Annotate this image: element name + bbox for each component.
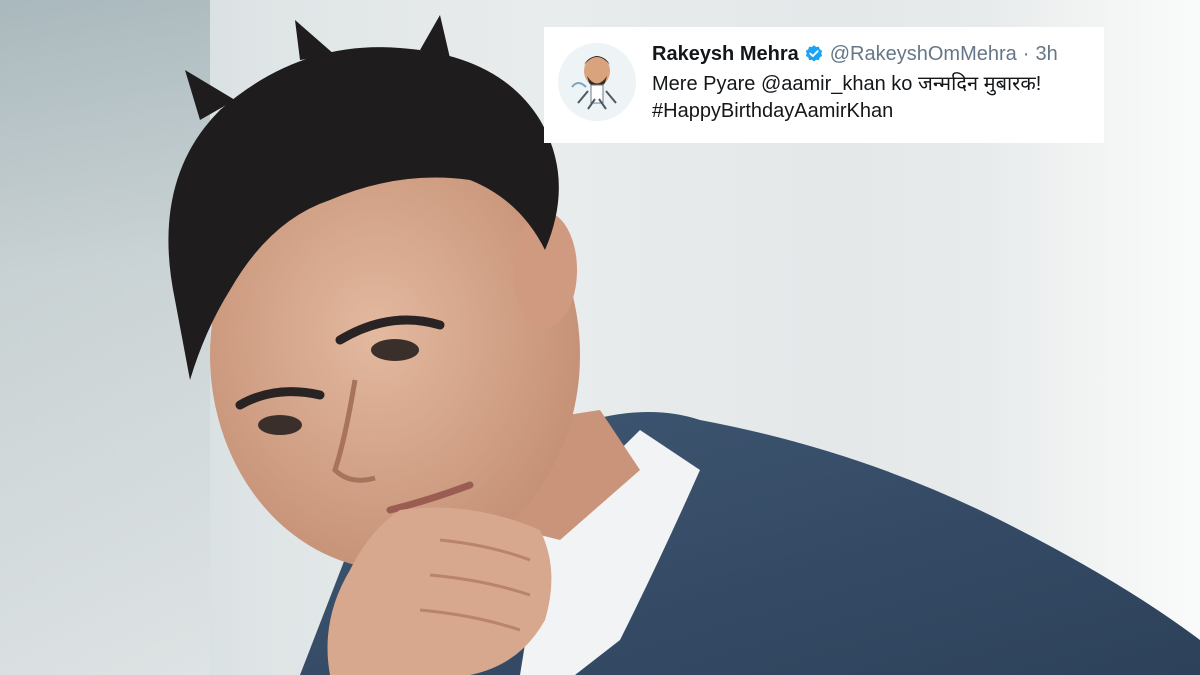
tweet-mention-link[interactable]: @aamir_khan	[761, 73, 886, 95]
tweet-author-handle[interactable]: @RakeyshOmMehra	[830, 41, 1017, 67]
verified-badge-icon	[804, 44, 824, 64]
tweet-timestamp[interactable]: 3h	[1035, 41, 1057, 67]
article-hero-image: Rakeysh Mehra @RakeyshOmMehra · 3h Mere …	[0, 0, 1200, 675]
tweet-author-name[interactable]: Rakeysh Mehra	[652, 41, 799, 67]
tweet-text-prefix: Mere Pyare	[652, 73, 761, 95]
embedded-tweet[interactable]: Rakeysh Mehra @RakeyshOmMehra · 3h Mere …	[544, 27, 1104, 143]
tweet-text-line-1: Mere Pyare @aamir_khan ko जन्मदिन मुबारक…	[652, 71, 1088, 98]
tweet-separator: ·	[1022, 43, 1030, 65]
tweet-body: Rakeysh Mehra @RakeyshOmMehra · 3h Mere …	[652, 41, 1088, 125]
tweet-hashtag-link[interactable]: #HappyBirthdayAamirKhan	[652, 100, 893, 122]
tweet-header: Rakeysh Mehra @RakeyshOmMehra · 3h	[652, 41, 1088, 67]
caricature-avatar-icon[interactable]	[558, 43, 636, 121]
tweet-text-line-2: #HappyBirthdayAamirKhan	[652, 98, 1088, 125]
tweet-text: Mere Pyare @aamir_khan ko जन्मदिन मुबारक…	[652, 71, 1088, 125]
tweet-text-suffix: ko जन्मदिन मुबारक!	[885, 73, 1042, 95]
